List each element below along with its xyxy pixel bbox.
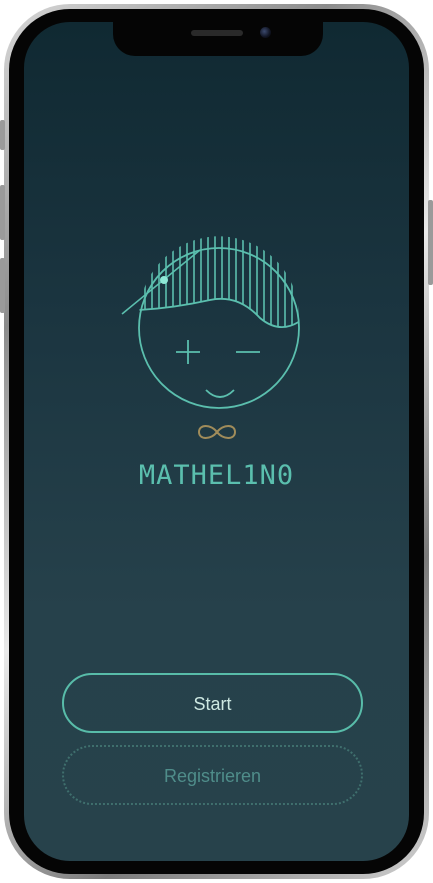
notch bbox=[113, 22, 323, 56]
home-indicator bbox=[154, 849, 279, 853]
app-brand-name: MATHEL1N0 bbox=[138, 460, 295, 491]
volume-up-button bbox=[0, 185, 5, 240]
app-screen: MATHEL1N0 Start Registrieren bbox=[24, 22, 409, 861]
start-button[interactable]: Start bbox=[62, 673, 363, 733]
register-button[interactable]: Registrieren bbox=[62, 745, 363, 805]
front-camera-icon bbox=[260, 27, 271, 38]
infinity-icon bbox=[197, 425, 237, 439]
volume-down-button bbox=[0, 258, 5, 313]
power-button bbox=[428, 200, 433, 285]
speaker-grille bbox=[191, 30, 243, 36]
smiling-face-logo-icon bbox=[121, 236, 300, 409]
mute-switch bbox=[0, 120, 5, 150]
